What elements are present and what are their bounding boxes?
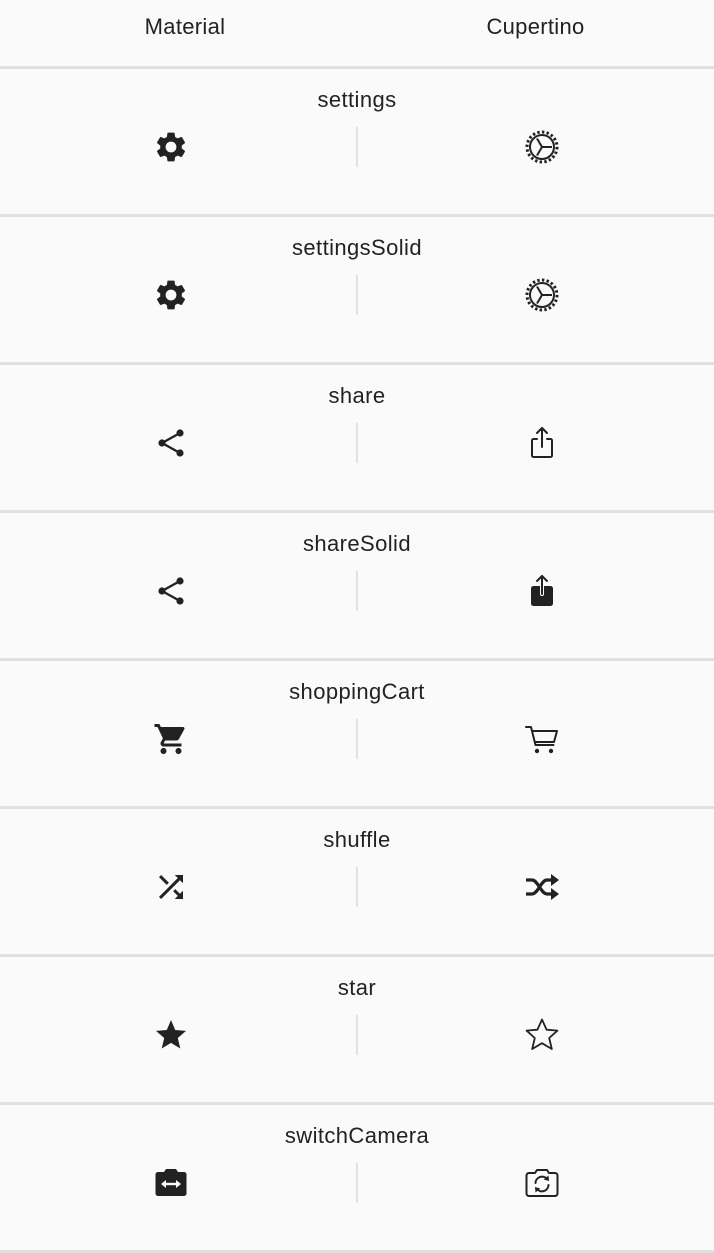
icon-row-label: settings (317, 87, 397, 112)
column-divider (356, 127, 358, 167)
icon-row-label: switchCamera (284, 1123, 430, 1148)
column-divider (356, 719, 358, 759)
shopping-cart-outline-icon (524, 721, 560, 757)
material-column-title: Material (144, 14, 226, 39)
icon-row-shareSolid: shareSolid (0, 513, 714, 661)
icon-row-label: shareSolid (303, 531, 411, 556)
icon-row-switchCamera: switchCamera (0, 1105, 714, 1253)
icon-row-label: shuffle (323, 827, 391, 852)
star-outline-icon (524, 1017, 560, 1053)
icon-row-label: share (328, 383, 386, 408)
icon-row-label: shoppingCart (289, 679, 425, 704)
column-divider (356, 1163, 358, 1203)
star-solid-icon (153, 1017, 189, 1053)
icon-row-label: star (337, 975, 377, 1000)
shuffle-bold-icon (524, 869, 560, 905)
settings-gear-icon (153, 277, 189, 313)
icon-row-shoppingCart: shoppingCart (0, 661, 714, 809)
share-nodes-icon (153, 573, 189, 609)
icon-row-shuffle: shuffle (0, 809, 714, 957)
icon-row-settingsSolid: settingsSolid (0, 217, 714, 365)
share-box-solid-icon (524, 573, 560, 609)
share-nodes-icon (153, 425, 189, 461)
shuffle-icon (153, 869, 189, 905)
column-header: Material Cupertino (0, 0, 714, 69)
settings-gear-icon (153, 129, 189, 165)
column-divider (356, 423, 358, 463)
icon-row-settings: settings (0, 69, 714, 217)
switch-camera-solid-icon (153, 1165, 189, 1201)
shopping-cart-solid-icon (153, 721, 189, 757)
cupertino-column-title: Cupertino (486, 14, 585, 39)
column-divider (356, 275, 358, 315)
share-box-outline-icon (524, 425, 560, 461)
column-divider (356, 867, 358, 907)
icon-row-star: star (0, 957, 714, 1105)
column-divider (356, 1015, 358, 1055)
switch-camera-outline-icon (524, 1165, 560, 1201)
icon-row-share: share (0, 365, 714, 513)
settings-gear-outline-icon (524, 129, 560, 165)
column-divider (356, 571, 358, 611)
icon-row-label: settingsSolid (292, 235, 422, 260)
settings-gear-outline-icon (524, 277, 560, 313)
